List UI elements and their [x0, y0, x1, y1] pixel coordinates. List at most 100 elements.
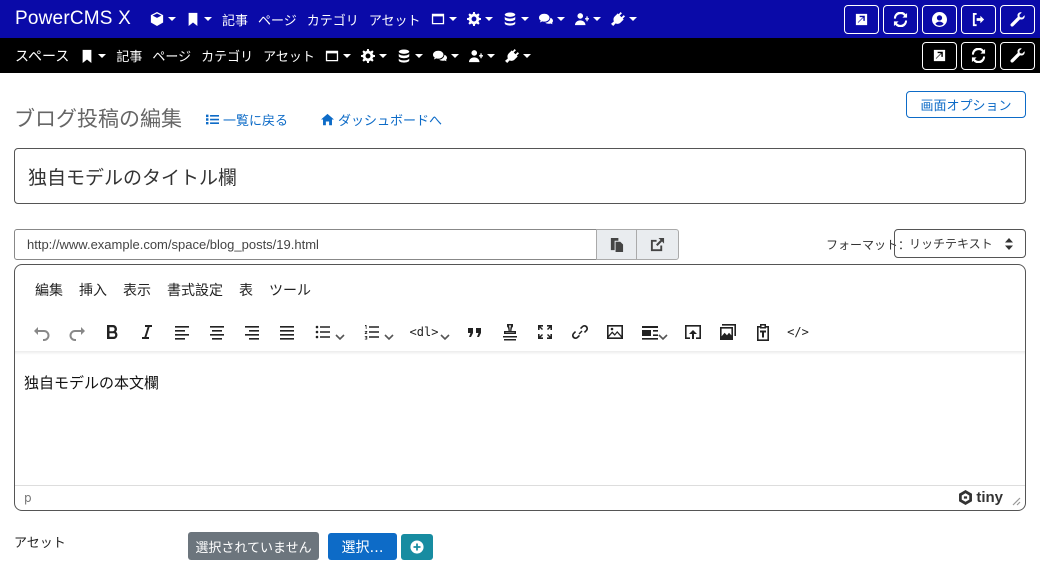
align-right-button[interactable]: [237, 317, 267, 347]
space-nav-pages[interactable]: ページ: [147, 41, 196, 71]
space-database-menu[interactable]: [392, 41, 428, 71]
nav-window-menu[interactable]: [426, 4, 462, 34]
nav-comments-menu[interactable]: [534, 4, 570, 34]
menu-table[interactable]: 表: [231, 280, 261, 300]
link-icon: [571, 324, 589, 340]
format-value: リッチテキスト: [909, 237, 993, 251]
view-site-button[interactable]: [844, 4, 879, 34]
bullet-list-icon: [315, 325, 330, 339]
open-url-button[interactable]: [636, 229, 679, 260]
media-button[interactable]: [635, 317, 673, 347]
redo-button[interactable]: [62, 317, 92, 347]
rich-text-editor: 編集 挿入 表示 書式設定 表 ツール <dl> </> 独自モデルの本文欄 p: [14, 264, 1026, 511]
nav-assets[interactable]: アセット: [364, 4, 426, 34]
paste-text-icon: [757, 324, 769, 341]
gallery-button[interactable]: [713, 317, 743, 347]
copy-url-button[interactable]: [596, 229, 637, 260]
nav-categories[interactable]: カテゴリ: [302, 4, 364, 34]
space-bookmark-menu[interactable]: [75, 41, 111, 71]
space-rebuild-button[interactable]: [961, 41, 996, 70]
nav-entries[interactable]: 記事: [217, 4, 253, 34]
code-button[interactable]: </>: [783, 317, 813, 347]
permalink-field[interactable]: http://www.example.com/space/blog_posts/…: [14, 229, 597, 260]
definition-list-button[interactable]: <dl>: [405, 317, 455, 347]
bullet-list-button[interactable]: [307, 317, 351, 347]
screen-options-button[interactable]: 画面オプション: [906, 91, 1026, 118]
nav-plugins-menu[interactable]: [606, 4, 642, 34]
back-to-list-label: 一覧に戻る: [223, 114, 289, 129]
resize-handle-icon[interactable]: [1012, 497, 1021, 506]
space-window-menu[interactable]: [320, 41, 356, 71]
fullscreen-button[interactable]: [530, 317, 560, 347]
select-asset-button[interactable]: 選択…: [328, 533, 397, 560]
nav-bookmark-menu[interactable]: [181, 4, 217, 34]
element-path[interactable]: p: [24, 491, 32, 505]
embed-button[interactable]: [678, 317, 708, 347]
blockquote-button[interactable]: [460, 317, 490, 347]
space-settings-menu[interactable]: [356, 41, 392, 71]
image-button[interactable]: [600, 317, 630, 347]
system-settings-button[interactable]: [1000, 4, 1035, 34]
space-settings-button[interactable]: [1000, 41, 1035, 70]
menu-tools[interactable]: ツール: [261, 280, 319, 300]
space-menu[interactable]: スペース: [15, 46, 69, 66]
chevron-down-icon: [440, 327, 451, 341]
database-icon: [504, 12, 515, 26]
no-asset-selected-badge: 選択されていません: [188, 532, 319, 560]
menu-view[interactable]: 表示: [115, 280, 159, 300]
format-select[interactable]: リッチテキスト: [894, 229, 1026, 258]
fullscreen-icon: [538, 325, 552, 339]
align-justify-button[interactable]: [272, 317, 302, 347]
logout-button[interactable]: [961, 4, 996, 34]
space-nav-assets[interactable]: アセット: [258, 41, 320, 71]
nav-database-menu[interactable]: [498, 4, 534, 34]
tiny-brand[interactable]: tiny: [958, 489, 1003, 506]
editor-toolbar: <dl> </>: [27, 317, 818, 347]
home-icon: [321, 113, 334, 126]
brand-logo[interactable]: PowerCMS X: [15, 8, 131, 30]
italic-button[interactable]: [132, 317, 162, 347]
numbered-list-button[interactable]: [356, 317, 400, 347]
space-plugins-menu[interactable]: [500, 41, 536, 71]
align-right-icon: [245, 326, 259, 340]
page-title: ブログ投稿の編集: [14, 107, 182, 131]
align-center-button[interactable]: [202, 317, 232, 347]
space-view-site-button[interactable]: [922, 41, 957, 70]
menu-edit[interactable]: 編集: [27, 280, 71, 300]
title-input[interactable]: 独自モデルのタイトル欄: [14, 148, 1026, 204]
stamp-icon: [503, 324, 517, 341]
nav-cube-menu[interactable]: [145, 4, 181, 34]
add-asset-button[interactable]: [401, 534, 433, 560]
space-nav-entries[interactable]: 記事: [111, 41, 147, 71]
paste-text-button[interactable]: [748, 317, 778, 347]
top-navbar: PowerCMS X 記事 ページ カテゴリ アセット: [0, 0, 1040, 38]
space-navbar: スペース 記事 ページ カテゴリ アセット: [0, 38, 1040, 73]
external-link-icon: [650, 237, 665, 252]
gallery-icon: [720, 324, 736, 340]
space-right-buttons: [922, 38, 1035, 73]
align-left-button[interactable]: [167, 317, 197, 347]
rebuild-button[interactable]: [883, 4, 918, 34]
dashboard-link[interactable]: ダッシュボードへ: [321, 110, 442, 129]
editor-body[interactable]: 独自モデルの本文欄: [24, 372, 159, 393]
nav-pages[interactable]: ページ: [253, 4, 302, 34]
nav-users-menu[interactable]: [570, 4, 606, 34]
nav-settings-menu[interactable]: [462, 4, 498, 34]
menu-insert[interactable]: 挿入: [71, 280, 115, 300]
space-nav-categories[interactable]: カテゴリ: [196, 41, 258, 71]
user-circle-icon: [932, 11, 947, 27]
stamp-button[interactable]: [495, 317, 525, 347]
gear-icon: [360, 48, 375, 63]
space-users-menu[interactable]: [464, 41, 500, 71]
media-icon: [642, 326, 658, 340]
space-comments-menu[interactable]: [428, 41, 464, 71]
menu-format[interactable]: 書式設定: [159, 280, 231, 300]
back-to-list-link[interactable]: 一覧に戻る: [206, 110, 288, 129]
bold-button[interactable]: [97, 317, 127, 347]
user-profile-button[interactable]: [922, 4, 957, 34]
undo-button[interactable]: [27, 317, 57, 347]
plus-circle-icon: [410, 540, 424, 554]
select-arrows-icon: [1005, 238, 1013, 250]
link-button[interactable]: [565, 317, 595, 347]
top-nav: 記事 ページ カテゴリ アセット: [145, 4, 642, 34]
